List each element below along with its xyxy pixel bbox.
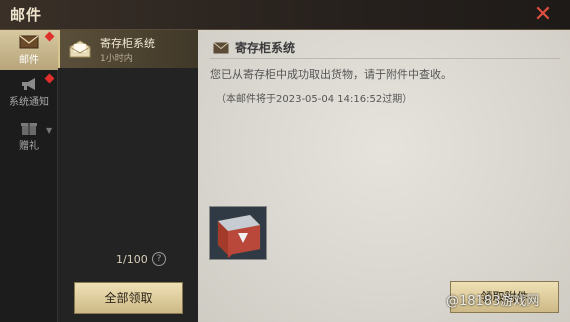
- envelope-icon: [213, 42, 229, 54]
- help-icon[interactable]: ?: [152, 252, 166, 266]
- divider: [210, 58, 560, 59]
- mail-item-time: 1小时内: [100, 54, 133, 64]
- title-bar: 邮件 ✕: [0, 0, 570, 30]
- attachment-slot[interactable]: [209, 206, 267, 260]
- list-item[interactable]: 寄存柜系统 1小时内: [58, 30, 198, 68]
- close-icon: ✕: [533, 2, 553, 27]
- mail-open-icon: [69, 40, 91, 58]
- claim-all-button[interactable]: 全部领取: [74, 282, 183, 314]
- mail-detail: 寄存柜系统 您已从寄存柜中成功取出货物，请于附件中查收。 （本邮件将于2023-…: [198, 30, 570, 322]
- mail-expiry: （本邮件将于2023-05-04 14:16:52过期）: [216, 94, 413, 105]
- chevron-down-icon: ▼: [46, 126, 53, 135]
- megaphone-icon: [22, 78, 35, 90]
- mail-item-title: 寄存柜系统: [100, 37, 155, 50]
- category-gift-label: 赠礼: [19, 141, 39, 152]
- envelope-icon: [19, 35, 39, 49]
- category-mail-label: 邮件: [19, 55, 39, 66]
- unread-dot: [44, 73, 55, 84]
- supply-crate-icon: [210, 207, 266, 259]
- watermark: @18183游戏网: [446, 294, 540, 309]
- category-gift[interactable]: 赠礼 ▼: [0, 116, 58, 156]
- category-system-notice-label: 系统通知: [9, 97, 49, 108]
- close-button[interactable]: ✕: [530, 2, 556, 28]
- unread-dot: [44, 31, 55, 42]
- gift-icon: [21, 123, 37, 135]
- mail-body: 您已从寄存柜中成功取出货物，请于附件中查收。: [210, 68, 452, 81]
- category-system-notice[interactable]: 系统通知: [0, 72, 58, 112]
- category-rail: 邮件 系统通知 赠礼 ▼: [0, 30, 58, 322]
- mail-list: 寄存柜系统 1小时内 1/100 ? 全部领取: [58, 30, 198, 322]
- category-mail[interactable]: 邮件: [0, 30, 58, 70]
- mail-count: 1/100: [116, 253, 148, 266]
- mail-detail-title: 寄存柜系统: [235, 41, 296, 55]
- window-title: 邮件: [10, 6, 43, 24]
